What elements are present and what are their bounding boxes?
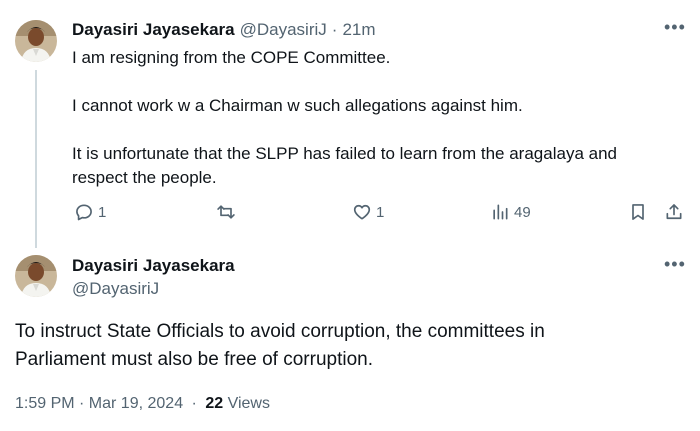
thread-line xyxy=(35,70,37,248)
views-count: 49 xyxy=(514,203,531,221)
like-count: 1 xyxy=(376,203,385,221)
more-options-button[interactable]: ••• xyxy=(664,254,686,275)
retweet-button[interactable] xyxy=(216,202,240,222)
views-count: 22 xyxy=(205,395,224,412)
avatar[interactable] xyxy=(15,255,57,297)
bookmark-icon xyxy=(632,204,644,220)
share-button[interactable] xyxy=(664,202,684,222)
tweet-text: I am resigning from the COPE Committee. … xyxy=(72,46,682,190)
author-handle[interactable]: @DayasiriJ xyxy=(240,20,327,40)
bookmark-button[interactable] xyxy=(628,202,648,222)
more-options-button[interactable]: ••• xyxy=(664,17,686,38)
views-button[interactable]: 49 xyxy=(490,202,531,222)
analytics-icon xyxy=(493,204,508,220)
author-name[interactable]: Dayasiri Jayasekara xyxy=(72,256,235,276)
tweet-time[interactable]: 21m xyxy=(342,20,375,40)
tweet-meta: 1:59 PM · Mar 19, 2024 · 22 Views xyxy=(15,395,270,413)
author-name[interactable]: Dayasiri Jayasekara xyxy=(72,20,235,40)
tweet-line: respect the people. xyxy=(72,168,217,187)
tweet-line: To instruct State Officials to avoid cor… xyxy=(15,321,545,342)
more-horizontal-icon: ••• xyxy=(664,17,686,37)
main-tweet-text: To instruct State Officials to avoid cor… xyxy=(15,318,685,374)
tweet-line: I am resigning from the COPE Committee. xyxy=(72,48,391,67)
author-handle[interactable]: @DayasiriJ xyxy=(72,279,159,299)
tweet-header: Dayasiri Jayasekara @DayasiriJ · 21m xyxy=(72,20,376,40)
more-horizontal-icon: ••• xyxy=(664,254,686,274)
header-separator: · xyxy=(331,20,338,39)
tweet-line: It is unfortunate that the SLPP has fail… xyxy=(72,144,617,163)
avatar[interactable] xyxy=(15,20,57,62)
tweet-line: I cannot work w a Chairman w such allega… xyxy=(72,96,523,115)
heart-icon xyxy=(353,204,371,220)
tweet-line: Parliament must also be free of corrupti… xyxy=(15,349,374,370)
avatar-image xyxy=(15,20,57,62)
meta-separator: · xyxy=(191,395,197,412)
reply-button[interactable]: 1 xyxy=(74,202,106,222)
share-icon xyxy=(666,204,682,220)
timestamp[interactable]: 1:59 PM · Mar 19, 2024 xyxy=(15,395,183,412)
reply-icon xyxy=(76,204,92,221)
views-label: Views xyxy=(227,395,270,412)
retweet-icon xyxy=(217,205,235,219)
avatar-image xyxy=(15,255,57,297)
reply-count: 1 xyxy=(98,203,107,221)
like-button[interactable]: 1 xyxy=(352,202,384,222)
